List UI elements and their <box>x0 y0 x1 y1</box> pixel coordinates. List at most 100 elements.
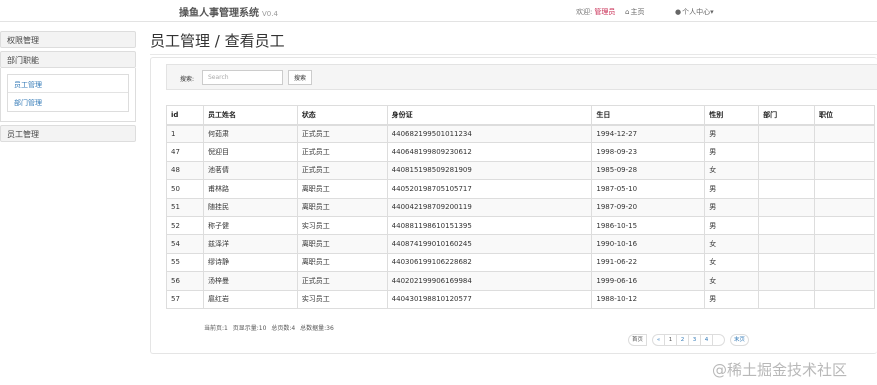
cell-department <box>758 234 816 254</box>
column-header-name: 员工姓名 <box>202 105 298 126</box>
cell-position <box>814 215 875 236</box>
cell-id-card: 440430198810120577 <box>386 289 593 309</box>
cell-id: 48 <box>166 160 204 181</box>
cell-id-card: 440648199809230612 <box>386 142 593 162</box>
welcome-label: 欢迎: <box>576 8 593 16</box>
table-row[interactable]: 51 随挂民 离职员工 440042198709200119 1987-09-20 男 <box>166 197 875 217</box>
cell-gender: 女 <box>704 271 760 291</box>
table-row[interactable]: 57 扈红岩 实习员工 440430198810120577 1988-10-12 男 <box>166 289 875 309</box>
table-row[interactable]: 48 池茗倩 正式员工 440815198509281909 1985-09-28 女 <box>166 160 875 181</box>
column-header-id: id <box>166 105 204 126</box>
cell-position <box>814 252 875 273</box>
table-row[interactable]: 55 缪诗静 离职员工 440306199106228682 1991-06-22 女 <box>166 252 875 273</box>
cell-name: 汤梓曼 <box>202 271 298 291</box>
cell-department <box>758 289 816 309</box>
table-row[interactable]: 47 倪迎目 正式员工 440648199809230612 1998-09-23 男 <box>166 142 875 162</box>
app-title: 操鱼人事管理系统 <box>179 8 259 19</box>
pagination-first[interactable]: 首页 <box>628 334 648 346</box>
cell-gender: 男 <box>704 197 760 217</box>
cell-birthday: 1994-12-27 <box>591 123 706 144</box>
cell-birthday: 1985-09-28 <box>591 160 706 181</box>
cell-department <box>758 142 816 162</box>
sidebar-section-departments[interactable]: 部门职能 <box>0 51 136 68</box>
cell-name: 扈红岩 <box>202 289 298 309</box>
table-row[interactable]: 1 何茹肃 正式员工 440682199501011234 1994-12-27 男 <box>166 123 875 144</box>
user-center-dropdown[interactable]: ●个人中心▾ <box>675 7 714 17</box>
user-center-label: 个人中心 <box>682 8 711 16</box>
top-navbar: 操鱼人事管理系统 V0.4 欢迎: 管理员 ⌂主页 ●个人中心▾ <box>0 0 877 22</box>
cell-position <box>814 197 875 217</box>
column-header-status: 状态 <box>296 105 388 126</box>
cell-gender: 男 <box>704 123 760 144</box>
cell-birthday: 1988-10-12 <box>591 289 706 309</box>
cell-position <box>814 123 875 144</box>
sidebar-sub-list: 员工管理 部门管理 <box>7 74 129 112</box>
sidebar-section-employees[interactable]: 员工管理 <box>0 125 136 142</box>
search-input[interactable] <box>202 70 283 85</box>
sidebar-item-department-management[interactable]: 部门管理 <box>8 93 128 111</box>
content-panel: 搜索: 搜索 id 员工姓名 状态 身份证 生日 性别 部门 职位 1何茹肃正式… <box>150 57 877 354</box>
cell-position <box>814 289 875 309</box>
cell-status: 正式员工 <box>296 271 388 291</box>
cell-gender: 女 <box>704 160 760 181</box>
cell-status: 正式员工 <box>296 142 388 162</box>
cell-department <box>758 179 816 199</box>
sidebar-subpanel: 员工管理 部门管理 <box>0 68 136 122</box>
cell-status: 正式员工 <box>296 160 388 181</box>
cell-id: 52 <box>166 215 204 236</box>
cell-birthday: 1987-09-20 <box>591 197 706 217</box>
search-label: 搜索: <box>180 76 195 83</box>
cell-id-card: 440042198709200119 <box>386 197 593 217</box>
cell-birthday: 1986-10-15 <box>591 215 706 236</box>
cell-status: 实习员工 <box>296 289 388 309</box>
app-version: V0.4 <box>262 10 278 18</box>
admin-name-link[interactable]: 管理员 <box>594 8 615 16</box>
cell-id: 50 <box>166 179 204 199</box>
cell-gender: 男 <box>704 142 760 162</box>
cell-name: 何茹肃 <box>202 123 298 144</box>
pagination-next[interactable] <box>712 334 726 346</box>
pagination-last[interactable]: 末页 <box>730 334 750 346</box>
cell-id: 1 <box>166 123 204 144</box>
sidebar-section-permissions[interactable]: 权限管理 <box>0 31 136 48</box>
cell-id-card: 440306199106228682 <box>386 252 593 273</box>
sidebar-item-employee-management[interactable]: 员工管理 <box>8 75 128 93</box>
title-divider <box>150 54 877 55</box>
cell-birthday: 1991-06-22 <box>591 252 706 273</box>
cell-id-card: 440874199010160245 <box>386 234 593 254</box>
cell-id: 47 <box>166 142 204 162</box>
cell-gender: 男 <box>704 289 760 309</box>
cell-birthday: 1987-05-10 <box>591 179 706 199</box>
pagination: 首页 « 1 2 3 4 末页 <box>628 334 750 346</box>
cell-birthday: 1998-09-23 <box>591 142 706 162</box>
cell-department <box>758 197 816 217</box>
cell-id-card: 440815198509281909 <box>386 160 593 181</box>
cell-department <box>758 215 816 236</box>
welcome-text: 欢迎: 管理员 <box>576 7 615 17</box>
cell-id-card: 440881198610151395 <box>386 215 593 236</box>
table-row[interactable]: 50 甫林路 离职员工 440520198705105717 1987-05-10 男 <box>166 179 875 199</box>
cell-status: 正式员工 <box>296 123 388 144</box>
cell-id: 55 <box>166 252 204 273</box>
cell-name: 随挂民 <box>202 197 298 217</box>
page-title: 员工管理 / 查看员工 <box>150 32 285 50</box>
table-row[interactable]: 56 汤梓曼 正式员工 440202199906169984 1999-06-16 女 <box>166 271 875 291</box>
cell-id: 54 <box>166 234 204 254</box>
app-brand[interactable]: 操鱼人事管理系统 V0.4 <box>179 4 278 19</box>
table-row[interactable]: 52 称子健 实习员工 440881198610151395 1986-10-15 男 <box>166 215 875 236</box>
cell-department <box>758 160 816 181</box>
search-bar: 搜索: 搜索 <box>166 64 877 90</box>
cell-name: 甫林路 <box>202 179 298 199</box>
cell-birthday: 1999-06-16 <box>591 271 706 291</box>
search-button[interactable]: 搜索 <box>288 70 312 85</box>
sidebar: 权限管理 部门职能 员工管理 部门管理 员工管理 <box>0 31 136 142</box>
total-pages-text: 总页数:4 <box>271 325 296 332</box>
cell-birthday: 1990-10-16 <box>591 234 706 254</box>
home-link[interactable]: ⌂主页 <box>625 7 644 17</box>
cell-id-card: 440682199501011234 <box>386 123 593 144</box>
cell-department <box>758 123 816 144</box>
cell-id-card: 440202199906169984 <box>386 271 593 291</box>
cell-name: 池茗倩 <box>202 160 298 181</box>
pagination-info: 当前页:1 页显示量:10 总页数:4 总数据量:36 <box>204 323 337 332</box>
table-row[interactable]: 54 兹泽洋 离职员工 440874199010160245 1990-10-16 女 <box>166 234 875 254</box>
